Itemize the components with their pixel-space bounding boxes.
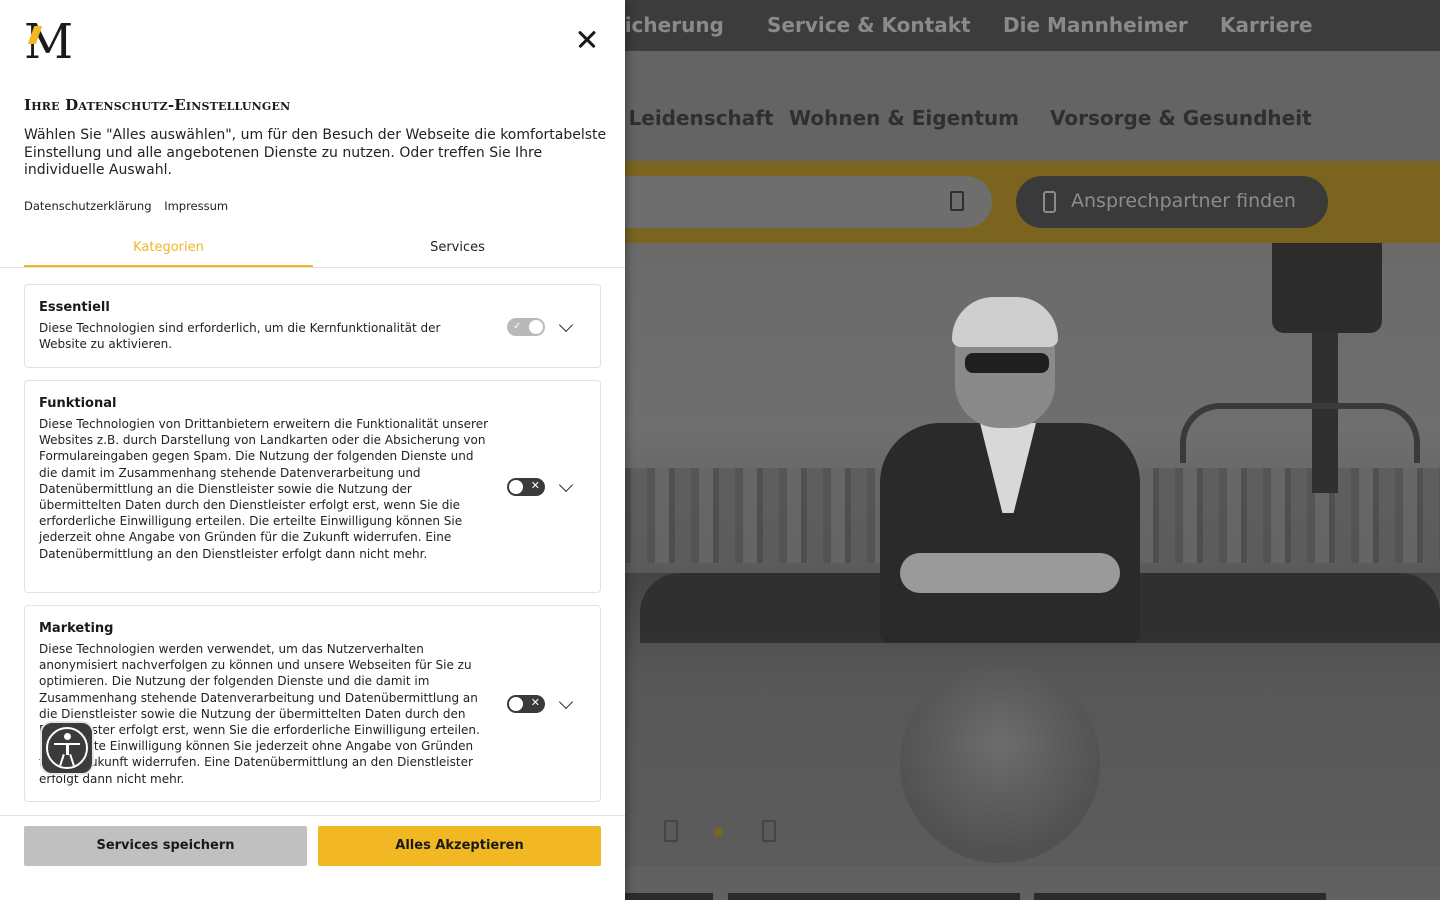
- tab-services[interactable]: Services: [313, 230, 602, 267]
- find-contact-button[interactable]: Ansprechpartner finden: [1016, 176, 1328, 228]
- brand-logo: M: [24, 18, 76, 72]
- accessibility-icon[interactable]: [40, 721, 94, 775]
- panel-footer: Services speichern Alles Akzeptieren: [0, 815, 625, 900]
- hero-boat-tower: [1180, 243, 1420, 603]
- phone-icon: [1043, 191, 1056, 213]
- category-card-marketing: Marketing Diese Technologien werden verw…: [24, 605, 601, 802]
- save-services-button[interactable]: Services speichern: [24, 826, 307, 866]
- teaser-tile[interactable]: [1034, 893, 1326, 900]
- slider-dot-active[interactable]: [714, 828, 723, 837]
- category-card-essentiell: Essentiell Diese Technologien sind erfor…: [24, 284, 601, 368]
- panel-intro: Wählen Sie "Alles auswählen", um für den…: [24, 127, 607, 178]
- consent-tabs: Kategorien Services: [0, 230, 625, 268]
- mainnav-item-vorsorge[interactable]: Vorsorge & Gesundheit: [1050, 106, 1312, 130]
- teaser-tile[interactable]: [728, 893, 1020, 900]
- find-contact-label: Ansprechpartner finden: [1071, 190, 1296, 212]
- check-icon: ✓: [513, 321, 522, 332]
- category-toggle-essentiell[interactable]: ✓: [507, 318, 545, 336]
- chevron-down-icon[interactable]: [558, 317, 574, 333]
- imprint-link[interactable]: Impressum: [164, 199, 228, 213]
- hero-reflection: [900, 663, 1100, 863]
- panel-title: Ihre Datenschutz-Einstellungen: [24, 96, 291, 114]
- category-description: Diese Technologien werden verwendet, um …: [39, 642, 480, 786]
- category-toggle-funktional[interactable]: ✕: [507, 478, 545, 496]
- search-icon[interactable]: [950, 191, 964, 211]
- chevron-down-icon[interactable]: [558, 477, 574, 493]
- tab-kategorien[interactable]: Kategorien: [24, 230, 313, 267]
- chevron-down-icon[interactable]: [558, 694, 574, 710]
- category-toggle-marketing[interactable]: ✕: [507, 695, 545, 713]
- teaser-tile[interactable]: [625, 893, 713, 900]
- accept-all-button[interactable]: Alles Akzeptieren: [318, 826, 601, 866]
- legal-links: Datenschutzerklärung Impressum: [24, 199, 237, 213]
- slider-next-icon[interactable]: [762, 820, 776, 842]
- close-icon[interactable]: [572, 24, 602, 54]
- privacy-policy-link[interactable]: Datenschutzerklärung: [24, 199, 152, 213]
- topnav-item-service-kontakt[interactable]: Service & Kontakt: [767, 13, 971, 37]
- slider-prev-icon[interactable]: [664, 820, 678, 842]
- privacy-settings-panel: M Ihre Datenschutz-Einstellungen Wählen …: [0, 0, 625, 900]
- category-description: Diese Technologien von Drittanbietern er…: [39, 417, 489, 561]
- category-description: Diese Technologien sind erforderlich, um…: [39, 321, 441, 352]
- topnav-item-karriere[interactable]: Karriere: [1220, 13, 1313, 37]
- x-icon: ✕: [530, 696, 540, 709]
- hero-person: [860, 297, 1160, 643]
- category-title: Funktional: [39, 396, 117, 411]
- category-card-funktional: Funktional Diese Technologien von Dritta…: [24, 380, 601, 593]
- mainnav-item-wohnen[interactable]: Wohnen & Eigentum: [789, 106, 1019, 130]
- category-title: Marketing: [39, 621, 114, 636]
- category-title: Essentiell: [39, 300, 110, 315]
- topnav-item-die-mannheimer[interactable]: Die Mannheimer: [1003, 13, 1188, 37]
- x-icon: ✕: [530, 479, 540, 492]
